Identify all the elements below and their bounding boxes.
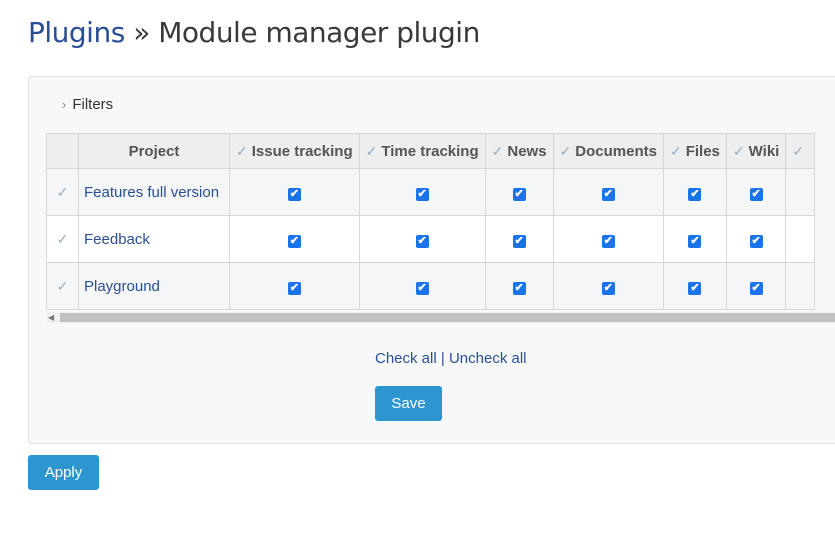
module-checkbox[interactable]: ✔ — [688, 188, 702, 201]
horizontal-scrollbar[interactable]: ◀ — [46, 312, 835, 323]
module-cell: ✔ — [725, 262, 787, 310]
module-cell: ✔ — [725, 215, 787, 263]
module-checkbox[interactable]: ✔ — [287, 282, 301, 295]
column-header-time-tracking[interactable]: ✓ Time tracking — [358, 133, 486, 169]
module-checkbox[interactable]: ✔ — [415, 235, 429, 248]
column-header-more[interactable]: ✓ — [785, 133, 816, 169]
table-row: ✓ Feedback ✔ ✔ ✔ ✔ ✔ ✔ — [46, 215, 816, 263]
table-header-row: Project ✓ Issue tracking ✓ Time tracking ✓… — [46, 133, 816, 169]
module-cell-partial — [785, 215, 816, 263]
module-cell: ✔ — [662, 215, 727, 263]
module-cell: ✔ — [552, 262, 664, 310]
module-cell: ✔ — [552, 168, 664, 216]
row-toggle-check-icon[interactable]: ✓ — [46, 168, 79, 216]
uncheck-all-link[interactable]: Uncheck all — [449, 350, 527, 367]
filters-toggle[interactable]: › Filters — [62, 96, 113, 113]
header-toggle-all — [46, 133, 79, 169]
row-toggle-check-icon[interactable]: ✓ — [46, 215, 79, 263]
module-cell: ✔ — [358, 215, 486, 263]
column-header-news[interactable]: ✓ News — [484, 133, 554, 169]
module-cell-partial — [785, 168, 816, 216]
row-toggle-check-icon[interactable]: ✓ — [46, 262, 79, 310]
column-header-project: Project — [78, 133, 230, 169]
module-checkbox[interactable]: ✔ — [749, 188, 763, 201]
check-icon[interactable]: ✓ — [492, 143, 504, 159]
module-checkbox[interactable]: ✔ — [287, 235, 301, 248]
module-cell: ✔ — [725, 168, 787, 216]
table-row: ✓ Playground ✔ ✔ ✔ ✔ ✔ ✔ — [46, 262, 816, 310]
column-header-issue-tracking[interactable]: ✓ Issue tracking — [229, 133, 360, 169]
module-cell: ✔ — [484, 215, 554, 263]
check-links: Check all | Uncheck all — [375, 350, 527, 367]
check-icon[interactable]: ✓ — [236, 143, 248, 159]
check-icon[interactable]: ✓ — [733, 143, 745, 159]
breadcrumb-plugins-link[interactable]: Plugins — [28, 16, 125, 49]
column-header-wiki[interactable]: ✓ Wiki — [725, 133, 787, 169]
check-icon[interactable]: ✓ — [366, 143, 378, 159]
modules-table-wrapper: Project ✓ Issue tracking ✓ Time tracking ✓… — [46, 133, 835, 310]
module-checkbox[interactable]: ✔ — [601, 188, 615, 201]
module-checkbox[interactable]: ✔ — [512, 282, 526, 295]
apply-button[interactable]: Apply — [28, 455, 99, 490]
column-header-documents[interactable]: ✓ Documents — [552, 133, 664, 169]
module-cell-partial — [785, 262, 816, 310]
module-checkbox[interactable]: ✔ — [688, 282, 702, 295]
module-checkbox[interactable]: ✔ — [749, 235, 763, 248]
module-cell: ✔ — [358, 168, 486, 216]
module-checkbox[interactable]: ✔ — [512, 188, 526, 201]
scrollbar-thumb[interactable] — [60, 313, 835, 322]
save-button[interactable]: Save — [375, 386, 442, 421]
module-checkbox[interactable]: ✔ — [415, 188, 429, 201]
module-cell: ✔ — [484, 168, 554, 216]
check-all-link[interactable]: Check all — [375, 350, 437, 367]
module-checkbox[interactable]: ✔ — [287, 188, 301, 201]
project-name[interactable]: Playground — [78, 262, 230, 310]
module-checkbox[interactable]: ✔ — [601, 235, 615, 248]
modules-table: Project ✓ Issue tracking ✓ Time tracking ✓… — [46, 133, 816, 310]
check-icon[interactable]: ✓ — [670, 143, 682, 159]
project-name[interactable]: Features full version — [78, 168, 230, 216]
link-divider: | — [440, 350, 445, 367]
module-cell: ✔ — [229, 168, 360, 216]
page-title: Plugins » Module manager plugin — [28, 16, 480, 49]
module-cell: ✔ — [552, 215, 664, 263]
chevron-right-icon: › — [62, 97, 67, 112]
module-checkbox[interactable]: ✔ — [749, 282, 763, 295]
module-cell: ✔ — [484, 262, 554, 310]
module-checkbox[interactable]: ✔ — [601, 282, 615, 295]
page-title-text: Module manager plugin — [158, 16, 480, 49]
module-checkbox[interactable]: ✔ — [415, 282, 429, 295]
module-checkbox[interactable]: ✔ — [512, 235, 526, 248]
module-cell: ✔ — [229, 215, 360, 263]
module-cell: ✔ — [358, 262, 486, 310]
check-icon[interactable]: ✓ — [792, 143, 804, 159]
check-icon[interactable]: ✓ — [560, 143, 572, 159]
module-cell: ✔ — [229, 262, 360, 310]
column-header-files[interactable]: ✓ Files — [662, 133, 727, 169]
module-cell: ✔ — [662, 262, 727, 310]
scroll-left-arrow-icon[interactable]: ◀ — [48, 312, 54, 323]
module-checkbox[interactable]: ✔ — [688, 235, 702, 248]
breadcrumb-separator: » — [133, 16, 150, 49]
module-cell: ✔ — [662, 168, 727, 216]
project-name[interactable]: Feedback — [78, 215, 230, 263]
filters-label: Filters — [72, 96, 114, 113]
table-row: ✓ Features full version ✔ ✔ ✔ ✔ ✔ ✔ — [46, 168, 816, 216]
